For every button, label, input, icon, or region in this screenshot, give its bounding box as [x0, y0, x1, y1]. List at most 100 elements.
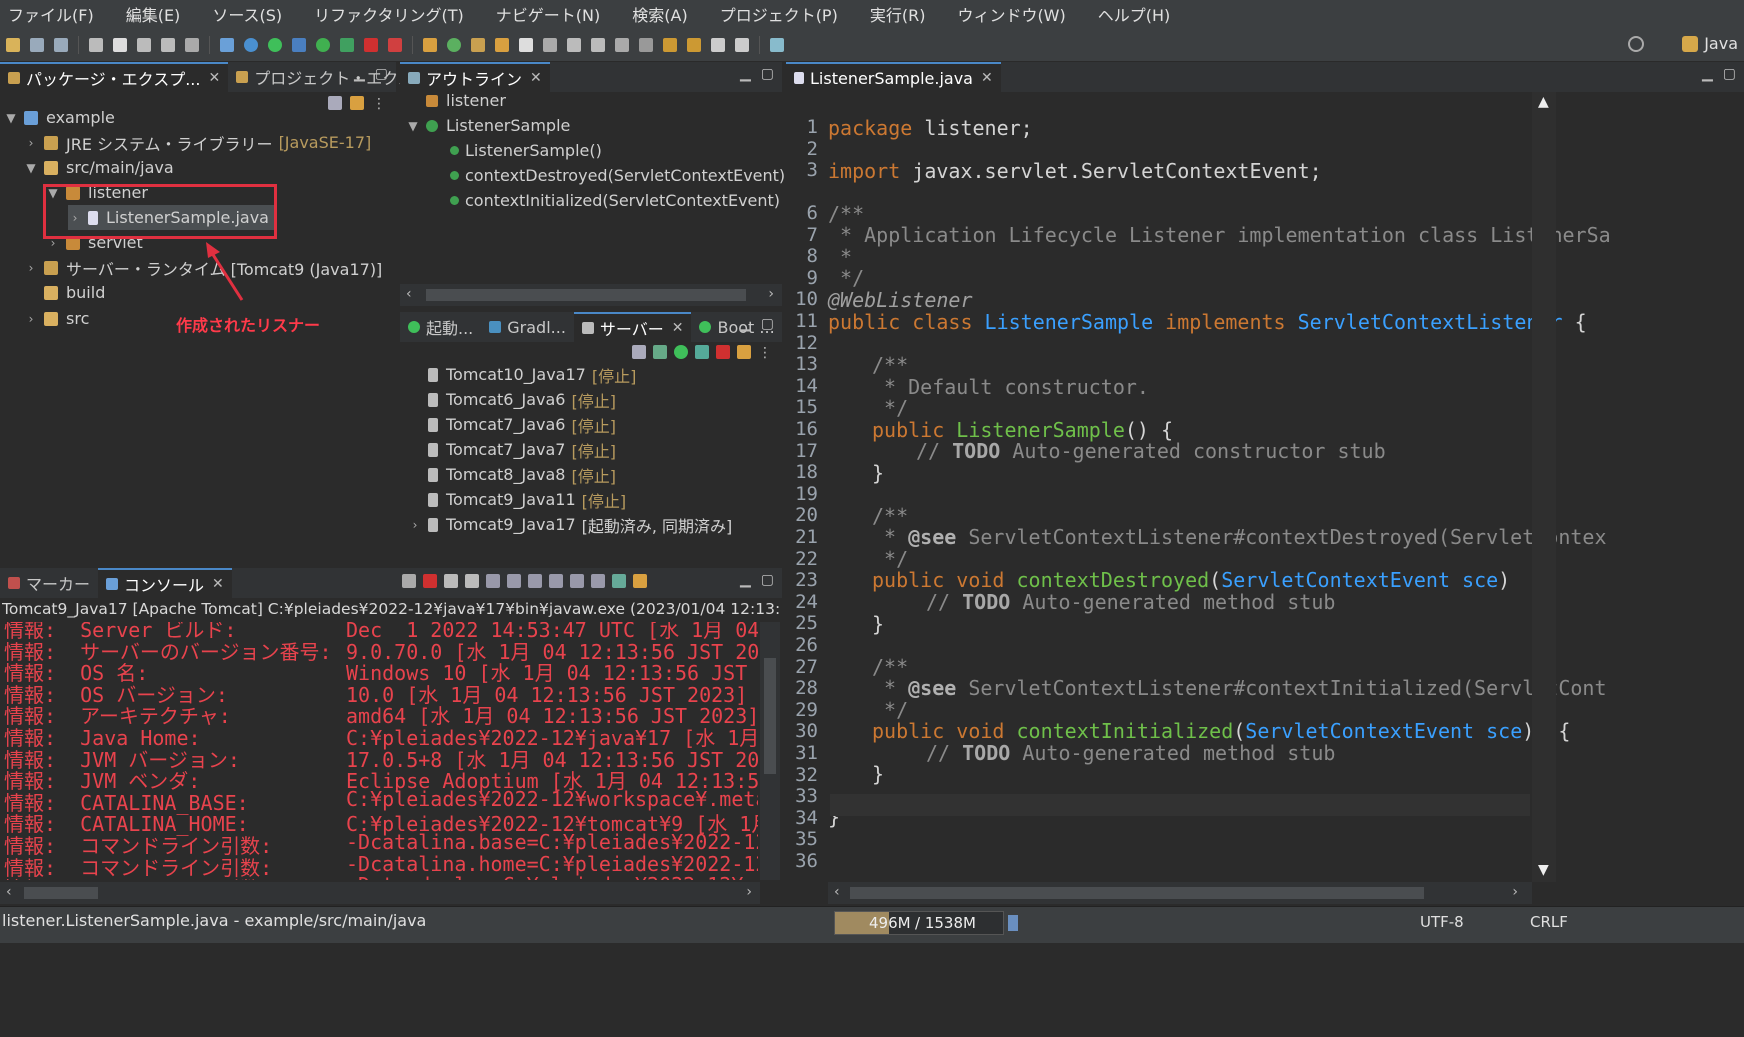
close-icon[interactable]: ✕ [212, 576, 224, 592]
menu-help[interactable]: ヘルプ(H) [1098, 2, 1185, 26]
scroll-down-icon[interactable]: ▼ [1538, 862, 1549, 878]
file-encoding[interactable]: UTF-8 [1420, 913, 1464, 931]
chevron-right-icon[interactable]: › [408, 518, 422, 532]
word-wrap-icon[interactable] [528, 574, 542, 588]
collapse-all-icon[interactable] [328, 96, 342, 110]
menu-window[interactable]: ウィンドウ(W) [957, 2, 1079, 26]
maximize-icon[interactable]: ▢ [761, 66, 774, 82]
forward-history-icon[interactable] [687, 37, 701, 52]
tree-build[interactable]: build [24, 280, 105, 305]
chevron-right-icon[interactable]: › [24, 136, 38, 150]
scroll-left-icon[interactable]: ‹ [834, 884, 840, 900]
editor-vscrollbar[interactable]: ▲ ▼ [1532, 92, 1556, 882]
external-tools-icon[interactable] [388, 37, 402, 52]
save-all-icon[interactable] [54, 37, 68, 52]
link-editor-icon[interactable] [350, 96, 364, 110]
server-item[interactable]: Tomcat9_Java11 [停止] [408, 487, 626, 512]
remove-launch-icon[interactable] [444, 574, 458, 588]
scroll-thumb[interactable] [24, 887, 98, 899]
scroll-up-icon[interactable]: ▲ [1538, 94, 1549, 110]
document-icon[interactable] [161, 37, 175, 52]
maximize-icon[interactable]: ▢ [1723, 66, 1736, 82]
scroll-thumb[interactable] [764, 658, 776, 774]
collapse-icon[interactable] [632, 345, 646, 359]
scroll-thumb[interactable] [850, 887, 1424, 899]
terminate-icon[interactable] [423, 574, 437, 588]
link-icon[interactable] [89, 37, 103, 52]
tab-console[interactable]: コンソール ✕ [98, 568, 232, 598]
gc-icon[interactable] [1008, 915, 1018, 931]
search-icon[interactable] [1628, 36, 1644, 52]
new-icon[interactable] [6, 37, 20, 52]
menu-source[interactable]: ソース(S) [212, 2, 296, 26]
scroll-lock-icon[interactable] [507, 574, 521, 588]
tree-jre[interactable]: › JRE システム・ライブラリー [JavaSE-17] [24, 130, 372, 155]
scroll-right-icon[interactable]: › [746, 884, 752, 900]
menu-search[interactable]: 検索(A) [632, 2, 701, 26]
spring-icon[interactable] [268, 37, 282, 52]
menu-edit[interactable]: 編集(E) [126, 2, 195, 26]
editor-hscrollbar[interactable]: ‹ › [828, 882, 1532, 904]
show-stderr-icon[interactable] [570, 574, 584, 588]
console-vscrollbar[interactable] [760, 622, 780, 880]
open-perspective-icon[interactable] [770, 37, 784, 52]
tab-package-explorer[interactable]: パッケージ・エクスプ... ✕ [0, 62, 229, 92]
scroll-right-icon[interactable]: › [768, 286, 774, 302]
back-icon[interactable] [711, 37, 725, 52]
annotation-icon[interactable] [567, 37, 581, 52]
chevron-down-icon[interactable]: ▼ [406, 119, 420, 133]
scroll-left-icon[interactable]: ‹ [406, 286, 412, 302]
menu-navigate[interactable]: ナビゲート(N) [496, 2, 614, 26]
close-icon[interactable]: ✕ [208, 70, 220, 86]
server-item[interactable]: Tomcat6_Java6 [停止] [408, 387, 616, 412]
open-type-icon[interactable] [471, 37, 485, 52]
tab-gradle[interactable]: Gradl... [481, 312, 574, 342]
debug-server-icon[interactable] [653, 345, 667, 359]
tab-listenersample-java[interactable]: ListenerSample.java ✕ [786, 62, 1001, 92]
publish-icon[interactable] [737, 345, 751, 359]
forward-icon[interactable] [735, 37, 749, 52]
code-area[interactable]: package listener; import javax.servlet.S… [828, 92, 1611, 882]
scroll-thumb[interactable] [426, 289, 746, 301]
menu-file[interactable]: ファイル(F) [8, 2, 108, 26]
close-icon[interactable]: ✕ [530, 70, 542, 86]
open-console-icon[interactable] [633, 574, 647, 588]
pin-console-icon[interactable] [591, 574, 605, 588]
clear-console-icon[interactable] [486, 574, 500, 588]
brush-icon[interactable] [519, 37, 533, 52]
scroll-left-icon[interactable]: ‹ [6, 884, 12, 900]
minimize-icon[interactable]: ▁ [354, 66, 365, 82]
pen-icon[interactable] [113, 37, 127, 52]
new-class-icon[interactable] [447, 37, 461, 52]
minimize-icon[interactable]: ▁ [740, 66, 751, 82]
next-annotation-icon[interactable] [639, 37, 653, 52]
server-item[interactable]: Tomcat10_Java17 [停止] [408, 362, 636, 387]
tab-markers[interactable]: マーカー [0, 568, 98, 598]
run-config-icon[interactable] [340, 37, 354, 52]
server-item[interactable]: Tomcat8_Java8 [停止] [408, 462, 616, 487]
menu-run[interactable]: 実行(R) [870, 2, 940, 26]
chevron-right-icon[interactable]: › [24, 261, 38, 275]
chevron-down-icon[interactable]: ▼ [4, 111, 18, 125]
run-icon[interactable] [316, 37, 330, 52]
display-console-icon[interactable] [612, 574, 626, 588]
maximize-icon[interactable]: ▢ [761, 572, 774, 588]
tab-launch[interactable]: 起動... [400, 312, 481, 342]
server-item[interactable]: › Tomcat9_Java17 [起動済み, 同期済み] [408, 512, 733, 537]
minimize-icon[interactable]: ▁ [740, 572, 751, 588]
minimize-icon[interactable]: ▁ [1702, 66, 1713, 82]
close-icon[interactable]: ✕ [672, 320, 684, 336]
close-icon[interactable]: ✕ [981, 70, 993, 86]
new-package-icon[interactable] [423, 37, 437, 52]
profile-server-icon[interactable] [695, 345, 709, 359]
mark-icon[interactable] [137, 37, 151, 52]
maximize-icon[interactable]: ▢ [761, 316, 774, 332]
toggle-mark-icon[interactable] [591, 37, 605, 52]
save-icon[interactable] [30, 37, 44, 52]
line-delimiter[interactable]: CRLF [1530, 913, 1568, 931]
chevron-down-icon[interactable]: ▼ [24, 161, 38, 175]
search-task-icon[interactable] [543, 37, 557, 52]
tree-project[interactable]: ▼ example [4, 105, 115, 130]
server-item[interactable]: Tomcat7_Java7 [停止] [408, 437, 616, 462]
server-item[interactable]: Tomcat7_Java6 [停止] [408, 412, 616, 437]
